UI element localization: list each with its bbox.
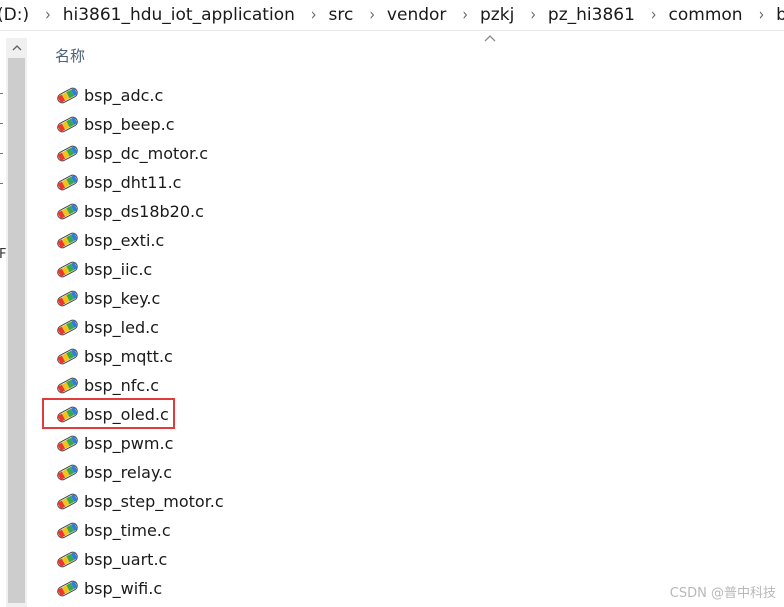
file-list-item[interactable]: bsp_uart.c [56,547,167,571]
breadcrumb-separator-icon[interactable]: › [39,5,63,24]
file-name: bsp_iic.c [84,259,153,279]
file-list-item[interactable]: bsp_ds18b20.c [56,199,204,223]
breadcrumb-separator-icon[interactable]: › [753,5,777,24]
breadcrumb-separator-icon[interactable]: › [524,5,548,24]
c-source-file-icon [56,203,79,220]
breadcrumb-separator-icon[interactable]: › [305,5,329,24]
breadcrumb-item[interactable]: hi3861_hdu_iot_application [63,5,305,25]
file-list-item[interactable]: bsp_nfc.c [56,373,159,397]
file-list-item[interactable]: bsp_pwm.c [56,431,173,455]
breadcrumb-item[interactable]: pz_hi3861 [548,5,645,25]
file-name: bsp_ds18b20.c [84,201,204,221]
column-header-name[interactable]: 名称 [55,45,85,66]
file-list-item[interactable]: bsp_dc_motor.c [56,141,208,165]
scrollbar-thumb[interactable] [8,58,25,603]
file-list-item[interactable]: bsp_wifi.c [56,576,162,600]
file-list-item[interactable]: bsp_led.c [56,315,159,339]
file-name: bsp_mqtt.c [84,346,173,366]
breadcrumb-item[interactable]: pzkj [480,5,524,25]
file-list-item[interactable]: bsp_dht11.c [56,170,181,194]
nav-tick [0,123,3,124]
c-source-file-icon [56,551,79,568]
file-name: bsp_key.c [84,288,161,308]
breadcrumb-separator-icon[interactable]: › [456,5,480,24]
vertical-scrollbar[interactable] [6,38,27,607]
c-source-file-icon [56,435,79,452]
c-source-file-icon [56,464,79,481]
c-source-file-icon [56,580,79,597]
file-name: bsp_wifi.c [84,578,163,598]
c-source-file-icon [56,145,79,162]
file-name: bsp_pwm.c [84,433,174,453]
file-name: bsp_uart.c [84,549,168,569]
file-list-item[interactable]: bsp_time.c [56,518,171,542]
c-source-file-icon [56,174,79,191]
c-source-file-icon [56,261,79,278]
breadcrumb-item[interactable]: vendor [387,5,456,25]
c-source-file-icon [56,348,79,365]
c-source-file-icon [56,116,79,133]
c-source-file-icon [56,232,79,249]
c-source-file-icon [56,290,79,307]
scroll-up-arrow-icon[interactable] [6,38,27,58]
nav-tick [0,153,3,154]
c-source-file-icon [56,87,79,104]
file-name: bsp_time.c [84,520,171,540]
file-name: bsp_relay.c [84,462,173,482]
file-list-item[interactable]: bsp_adc.c [56,83,163,107]
file-list-item[interactable]: bsp_iic.c [56,257,152,281]
sort-ascending-icon [484,35,496,42]
file-name: bsp_step_motor.c [84,491,224,511]
file-name: bsp_beep.c [84,114,175,134]
c-source-file-icon [56,493,79,510]
file-list-item[interactable]: bsp_relay.c [56,460,172,484]
file-list-item[interactable]: bsp_key.c [56,286,160,310]
file-name: bsp_exti.c [84,230,165,250]
breadcrumb-separator-icon[interactable]: › [645,5,669,24]
c-source-file-icon [56,377,79,394]
watermark: CSDN @普中科技 [669,586,776,601]
breadcrumb-separator-icon[interactable]: › [363,5,387,24]
file-name: bsp_dc_motor.c [84,143,209,163]
address-bar[interactable]: (D:) › hi3861_hdu_iot_application › src › vend… [0,0,784,31]
breadcrumb-item[interactable]: bsp [776,5,784,25]
file-name: bsp_adc.c [84,85,164,105]
file-list-item[interactable]: bsp_step_motor.c [56,489,224,513]
nav-tick [0,93,3,94]
nav-tick [0,183,3,184]
file-name: bsp_led.c [84,317,159,337]
breadcrumb-item[interactable]: src [328,5,363,25]
file-name: bsp_nfc.c [84,375,160,395]
highlight-box [42,398,175,429]
file-name: bsp_dht11.c [84,172,182,192]
c-source-file-icon [56,319,79,336]
file-list-item[interactable]: bsp_beep.c [56,112,175,136]
file-list-item[interactable]: bsp_exti.c [56,228,164,252]
c-source-file-icon [56,522,79,539]
breadcrumb-item[interactable]: common [669,5,753,25]
breadcrumb-item[interactable]: (D:) [0,5,39,25]
file-list-item[interactable]: bsp_mqtt.c [56,344,173,368]
